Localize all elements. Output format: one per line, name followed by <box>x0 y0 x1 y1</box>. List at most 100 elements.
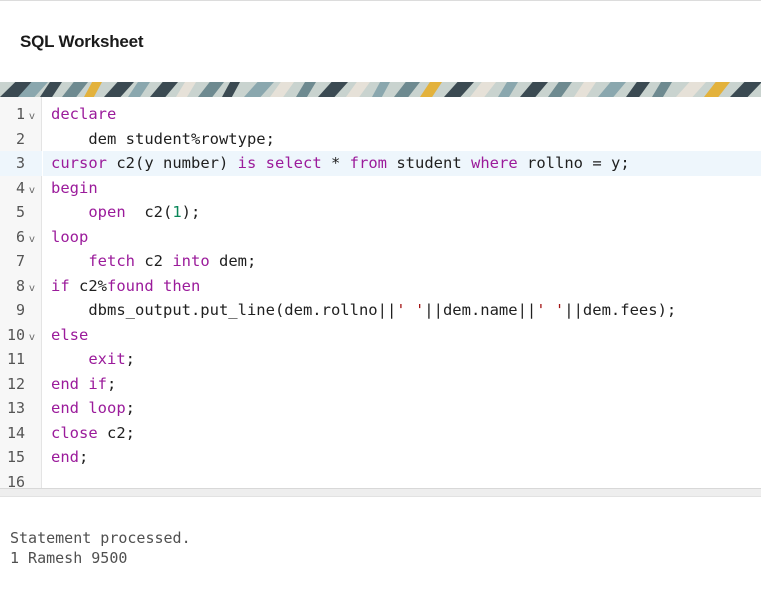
line-number: 5 <box>15 203 25 221</box>
code-line[interactable]: 7 fetch c2 into dem; <box>0 249 761 274</box>
line-number: 3 <box>15 154 25 172</box>
code-token: ; <box>79 448 89 466</box>
code-token: * <box>321 154 350 172</box>
code-text: fetch c2 into dem; <box>51 252 256 270</box>
keyword-token: open <box>88 203 126 221</box>
keyword-token: from <box>349 154 387 172</box>
code-line[interactable]: 13 end loop; <box>0 396 761 421</box>
keyword-token: fetch <box>88 252 135 270</box>
code-text: close c2; <box>51 424 135 442</box>
code-token: ; <box>125 399 135 417</box>
fold-chevron-icon[interactable]: v <box>29 283 35 294</box>
line-number: 4 <box>15 178 25 197</box>
fold-chevron-icon[interactable]: v <box>29 111 35 122</box>
code-line[interactable]: 3 cursor c2(y number) is select * from st… <box>0 151 761 176</box>
banner-pattern <box>0 82 761 97</box>
code-token: rollno = y; <box>517 154 630 172</box>
line-number: 8 <box>15 276 25 295</box>
code-line[interactable]: 2 dem student%rowtype; <box>0 127 761 152</box>
keyword-token: begin <box>51 178 98 197</box>
line-number: 13 <box>6 399 25 417</box>
fold-chevron-icon[interactable]: v <box>29 332 35 343</box>
keyword-token: if <box>51 276 70 295</box>
line-number: 9 <box>15 301 25 319</box>
code-line[interactable]: 4 v begin <box>0 176 761 201</box>
string-token: ' ' <box>396 301 425 319</box>
code-text: end if; <box>51 375 116 393</box>
keyword-token: into <box>172 252 210 270</box>
code-text: dbms_output.put_line(dem.rollno||' '||de… <box>51 301 676 319</box>
code-text: dem student%rowtype; <box>51 130 275 148</box>
line-number: 14 <box>6 423 25 442</box>
number-token: 1 <box>172 203 182 221</box>
keyword-token: then <box>163 276 201 295</box>
code-text: else <box>51 326 88 344</box>
line-number: 12 <box>6 374 25 393</box>
keyword-token: end loop <box>51 399 126 417</box>
code-line[interactable]: 8 v if c2%found then <box>0 274 761 299</box>
code-token: ||dem.fees); <box>564 301 677 319</box>
code-line[interactable]: 6 v loop <box>0 225 761 250</box>
code-token: dbms_output.put_line(dem.rollno|| <box>51 301 397 319</box>
pane-resize-handle[interactable] <box>0 488 761 497</box>
keyword-token: exit <box>88 350 126 368</box>
code-token: ; <box>125 350 135 368</box>
sql-worksheet-page: SQL Worksheet 1 v declare 2 dem student%row… <box>0 0 761 602</box>
keyword-token: is <box>237 154 257 172</box>
page-title: SQL Worksheet <box>20 32 144 51</box>
output-line: Statement processed. <box>10 529 191 547</box>
line-number: 15 <box>6 448 25 466</box>
code-line[interactable]: 15 end; <box>0 445 761 470</box>
keyword-token: close <box>51 423 98 442</box>
code-line[interactable]: 14 close c2; <box>0 421 761 446</box>
line-number: 11 <box>6 350 25 368</box>
code-token: student <box>387 154 471 172</box>
keyword-token: else <box>51 325 89 344</box>
code-token: c2(y number) <box>107 154 238 172</box>
code-text: exit; <box>51 350 135 368</box>
code-editor[interactable]: 1 v declare 2 dem student%rowtype; 3 cursor c… <box>0 97 761 488</box>
keyword-token: end if <box>51 374 107 393</box>
line-number: 2 <box>15 129 25 148</box>
code-token: ); <box>181 203 201 221</box>
code-line[interactable]: 12 end if; <box>0 372 761 397</box>
keyword-token: select <box>265 154 322 172</box>
keyword-token: end <box>51 448 79 466</box>
code-line[interactable]: 16 <box>0 470 761 489</box>
output-pane: Statement processed. 1 Ramesh 9500 <box>0 497 761 602</box>
code-text: open c2(1); <box>51 203 200 221</box>
code-text: end; <box>51 448 88 466</box>
line-number: 10 <box>6 325 25 344</box>
keyword-token: cursor <box>51 154 107 172</box>
code-line[interactable]: 5 open c2(1); <box>0 200 761 225</box>
fold-chevron-icon[interactable]: v <box>29 234 35 245</box>
code-text: begin <box>51 179 98 197</box>
code-text: cursor c2(y number) is select * from stu… <box>51 154 630 172</box>
line-number: 6 <box>15 227 25 246</box>
code-line[interactable]: 1 v declare <box>0 102 761 127</box>
string-token: ' ' <box>536 301 565 319</box>
keyword-token: declare <box>51 105 117 123</box>
code-line[interactable]: 9 dbms_output.put_line(dem.rollno||' '||… <box>0 298 761 323</box>
code-line[interactable]: 11 exit; <box>0 347 761 372</box>
worksheet-header: SQL Worksheet <box>0 1 761 82</box>
decorative-banner <box>0 82 761 97</box>
code-token: ||dem.name|| <box>424 301 537 319</box>
code-token: c2% <box>69 276 107 295</box>
code-token: c2; <box>97 423 135 442</box>
code-token: c2 <box>135 252 173 270</box>
keyword-token: loop <box>51 227 89 246</box>
code-line[interactable]: 10 v else <box>0 323 761 348</box>
line-number: 16 <box>6 472 25 489</box>
code-text: if c2%found then <box>51 277 200 295</box>
fold-chevron-icon[interactable]: v <box>29 185 35 196</box>
line-number: 1 <box>15 105 25 123</box>
code-token: dem student%rowtype; <box>51 129 275 148</box>
output-line: 1 Ramesh 9500 <box>10 549 128 567</box>
code-text: declare <box>51 105 116 123</box>
